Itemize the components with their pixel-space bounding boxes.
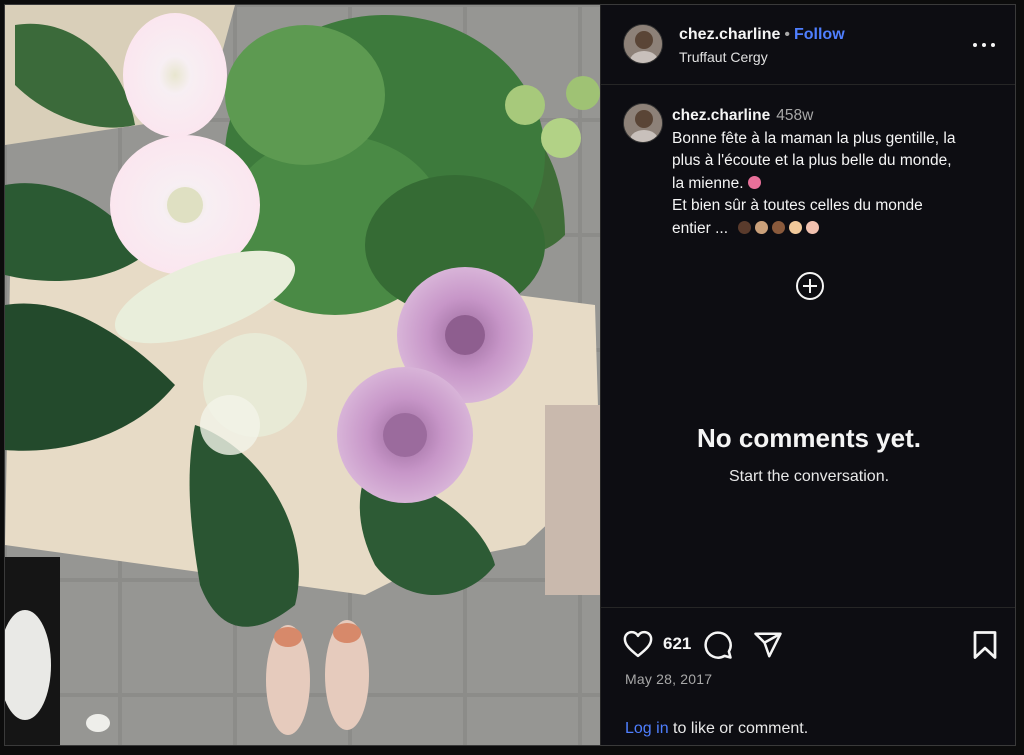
comment-bubble-icon[interactable] — [703, 630, 733, 660]
avatar[interactable] — [623, 24, 663, 64]
bouquet-photo-illustration — [5, 5, 600, 745]
caption-line: plus à l'écoute et la plus belle du mond… — [672, 152, 952, 169]
login-suffix: to like or comment. — [668, 720, 809, 737]
post-header: chez.charline • Follow Truffaut Cergy — [601, 5, 1015, 85]
header-username[interactable]: chez.charline — [679, 26, 780, 43]
header-name-row: chez.charline • Follow — [679, 26, 845, 44]
caption-username[interactable]: chez.charline — [672, 107, 770, 124]
post-sidebar: chez.charline • Follow Truffaut Cergy chez… — [600, 5, 1015, 745]
login-link[interactable]: Log in — [625, 720, 669, 737]
post-photo[interactable] — [5, 5, 600, 745]
caption-line: Et bien sûr à toutes celles du monde — [672, 197, 923, 214]
plus-circle-icon[interactable] — [796, 272, 824, 300]
caption-avatar[interactable] — [623, 103, 663, 143]
caption-line: la mienne. — [672, 174, 744, 192]
login-prompt: Log in to like or comment. — [625, 720, 808, 738]
woman-emoji-icon — [755, 220, 768, 234]
separator-dot: • — [784, 26, 790, 43]
more-options-icon[interactable] — [973, 35, 995, 55]
caption-line: Bonne fête à la maman la plus gentille, … — [672, 129, 956, 147]
caption-timestamp[interactable]: 458w — [776, 107, 813, 124]
woman-emoji-icon — [789, 220, 802, 234]
no-comments-title: No comments yet. — [697, 423, 921, 453]
post-date[interactable]: May 28, 2017 — [625, 671, 712, 687]
heart-icon[interactable] — [623, 630, 653, 658]
bookmark-icon[interactable] — [972, 630, 998, 660]
no-comments-subtitle: Start the conversation. — [728, 468, 890, 485]
flower-emoji-icon — [747, 175, 761, 189]
post-dialog: chez.charline • Follow Truffaut Cergy chez… — [4, 4, 1016, 746]
woman-emoji-icon — [772, 220, 785, 234]
like-count[interactable]: 621 — [663, 634, 691, 654]
post-actions: 621 May 28, 2017 Log in to like or comme… — [601, 607, 1015, 745]
woman-emoji-icon — [806, 220, 819, 234]
caption-line: entier ... — [672, 219, 728, 237]
send-icon[interactable] — [753, 630, 783, 660]
avatar-image — [624, 25, 662, 63]
post-location[interactable]: Truffaut Cergy — [679, 49, 768, 65]
woman-emoji-icon — [738, 220, 751, 234]
follow-button[interactable]: Follow — [794, 26, 845, 43]
avatar-image — [624, 104, 662, 142]
caption-text: chez.charline 458w Bonne fête à la maman … — [672, 105, 994, 240]
